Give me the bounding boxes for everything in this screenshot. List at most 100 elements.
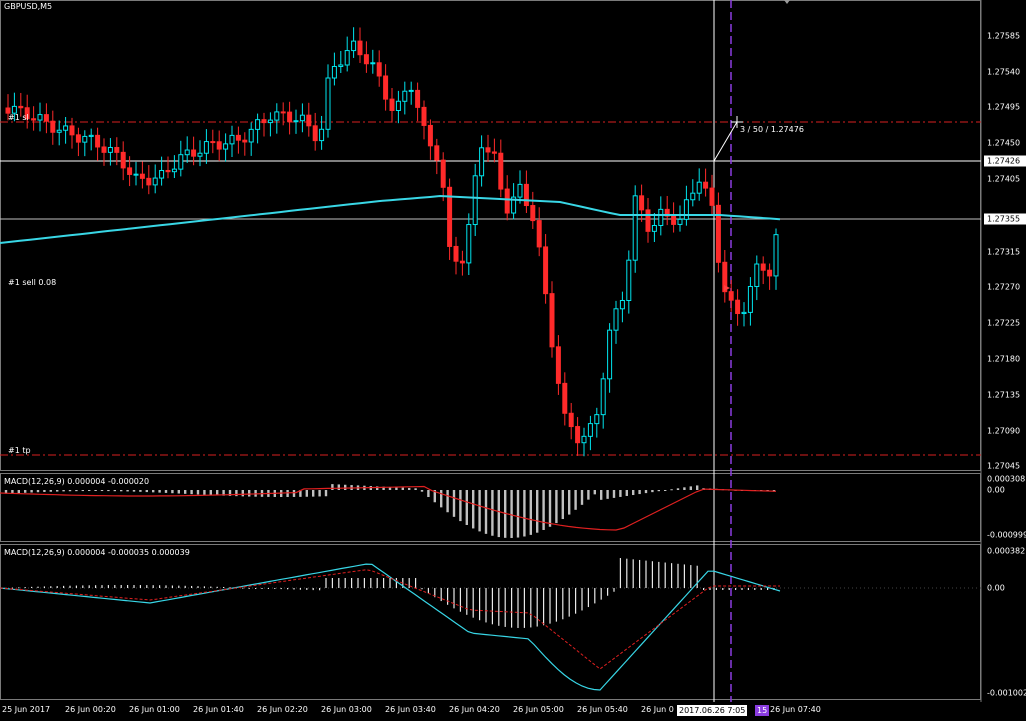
price-tick: 1.27180 [987,354,1021,364]
indicator1-scale-bottom: -0.000999 [987,530,1026,540]
macd2-hist-bar [101,585,103,588]
candle-body [274,111,280,121]
macd1-hist-bar [600,490,603,500]
macd1-hist-bar [68,490,72,492]
candle-body [31,118,37,121]
macd1-hist-bar [446,490,449,513]
time-tick: 26 Jun 03:40 [385,705,436,714]
cursor-time-tag: 15 [755,705,770,716]
macd2-hist-bar [703,588,705,590]
macd2-hist-bar [389,578,391,588]
candle-body [152,177,158,186]
candle-body [517,183,523,198]
main-panel-frame [0,0,981,471]
macd2-hist-bar [415,578,417,588]
candle-body [562,382,568,414]
macd2-hist-bar [133,585,135,588]
macd1-hist-bar [305,490,308,497]
candle-body [101,146,107,153]
candle-body [235,134,241,141]
macd2-hist-bar [453,588,455,609]
candle-body [370,62,376,65]
price-highlight-lower: 1.27355 [984,213,1026,225]
candle-body [440,159,446,188]
macd1-hist-bar [676,488,680,490]
order-sl-label[interactable]: #1 sl [8,113,29,122]
chart-canvas[interactable] [0,0,1026,721]
candle-body [690,192,696,201]
macd1-hist-bar [427,490,430,498]
macd2-hist-bar [677,563,679,588]
macd2-hist-bar [248,587,250,589]
candle-body [549,293,555,348]
macd2-hist-bar [581,588,583,611]
candle-body [453,245,459,262]
symbol-title: GBPUSD,M5 [4,2,53,11]
macd2-hist-bar [671,563,673,588]
candle-body [760,263,766,271]
macd2-hist-bar [594,588,596,604]
macd1-hist-bar [644,490,648,494]
macd2-hist-bar [216,586,218,588]
candle-body [619,300,625,310]
macd1-hist-bar [568,490,571,515]
price-tick: 1.27585 [987,31,1021,41]
order-sell-label[interactable]: #1 sell 0.08 [8,278,56,287]
macd2-hist-bar [632,559,634,588]
macd1-hist-bar [497,490,500,538]
macd1-hist-bar [664,490,667,491]
macd1-hist-bar [17,490,20,494]
candle-body [568,412,574,428]
macd1-hist-bar [75,490,78,492]
macd2-hist-bar [114,585,116,588]
candle-body [607,329,613,380]
macd2-hist-bar [325,578,327,588]
candle-body [88,134,94,137]
macd2-hist-bar [395,578,397,588]
candle-body [703,181,709,189]
macd1-hist-bar [510,490,513,538]
macd2-hist-bar [344,578,346,588]
candle-body [293,120,299,123]
price-highlight-upper: 1.27426 [984,155,1026,167]
macd1-hist-bar [472,490,475,529]
macd2-hist-bar [69,585,71,588]
macd1-hist-bar [606,490,609,499]
macd1-hist-bar [548,490,552,527]
macd2-hist-bar [459,588,461,612]
macd1-hist-bar [190,490,193,495]
price-tick: 1.27090 [987,426,1021,436]
macd2-hist-bar [280,588,282,590]
macd1-hist-bar [696,485,699,490]
macd1-hist-bar [478,490,481,532]
candle-body [325,77,331,130]
macd2-hist-bar [274,588,276,589]
macd2-hist-bar [754,588,756,590]
macd1-hist-bar [49,490,52,492]
macd2-hist-bar [56,586,58,588]
macd1-hist-bar [100,490,104,492]
macd2-hist-bar [159,585,161,588]
time-tick: 26 Jun 05:40 [577,705,628,714]
candle-body [587,423,593,437]
macd1-hist-bar [337,484,340,490]
candle-body [261,119,267,124]
macd2-hist-bar [722,588,724,590]
macd1-hist-bar [651,490,654,493]
price-tick: 1.27450 [987,138,1021,148]
time-tick: 25 Jun 2017 [2,705,51,714]
candle-body [69,125,75,136]
price-tick: 1.27540 [987,67,1021,77]
macd2-hist-bar [523,588,525,628]
candle-body [37,114,43,121]
macd2-hist-bar [242,587,244,589]
macd2-hist-bar [664,562,666,588]
chart-scroll-marker-icon[interactable] [784,0,790,4]
macd1-hist-bar [139,490,142,492]
order-tp-label[interactable]: #1 tp [8,446,31,455]
macd1-hist-bar [561,490,564,520]
candle-body [43,114,49,122]
macd2-hist-bar [31,586,33,588]
macd1-hist-bar [126,490,129,492]
macd1-hist-bar [536,490,539,533]
